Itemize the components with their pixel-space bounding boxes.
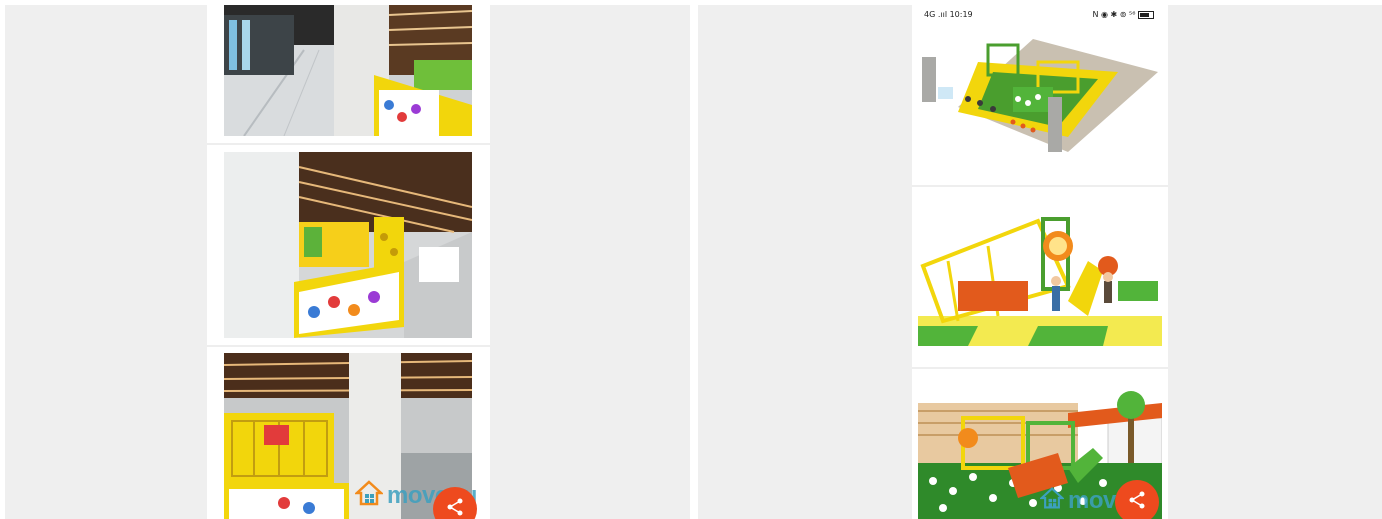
- status-icons: N ◉ ✱ ⊚ ⁵⁶: [1092, 10, 1136, 19]
- render-playground-structure[interactable]: [918, 191, 1162, 346]
- phone-status-bar: 4G .ııl 10:19 N ◉ ✱ ⊚ ⁵⁶: [912, 5, 1168, 25]
- house-icon: [353, 479, 385, 512]
- share-icon: [445, 497, 465, 519]
- status-indicators: N ◉ ✱ ⊚ ⁵⁶: [1092, 10, 1154, 19]
- house-icon: [1038, 486, 1066, 515]
- share-icon: [1127, 490, 1147, 515]
- divider: [207, 143, 490, 145]
- right-screenshot-panel: 4G .ııl 10:19 N ◉ ✱ ⊚ ⁵⁶ move.ru: [698, 5, 1382, 519]
- left-photo-feed: move.ru: [207, 5, 490, 519]
- photo-playground-railing[interactable]: [224, 152, 472, 338]
- photo-mall-corridor[interactable]: [224, 5, 472, 136]
- divider: [207, 345, 490, 347]
- divider: [912, 367, 1168, 369]
- divider: [912, 185, 1168, 187]
- share-button[interactable]: [1115, 480, 1159, 519]
- right-photo-feed: 4G .ııl 10:19 N ◉ ✱ ⊚ ⁵⁶ move.ru: [912, 5, 1168, 519]
- status-time: 4G .ııl 10:19: [924, 10, 973, 19]
- render-playground-overview[interactable]: [918, 27, 1162, 182]
- left-screenshot-panel: move.ru: [5, 5, 690, 519]
- battery-icon: [1138, 10, 1154, 19]
